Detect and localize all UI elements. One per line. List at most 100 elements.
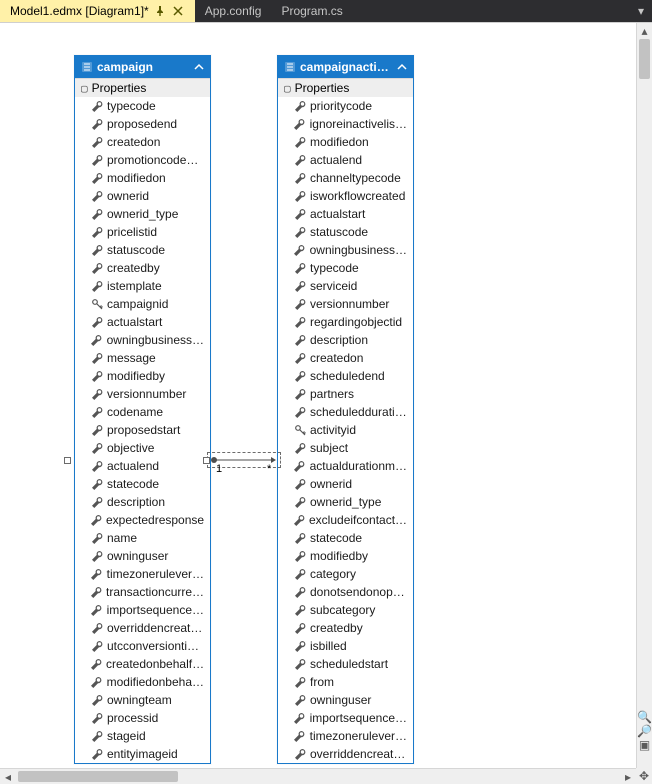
chevron-up-icon[interactable] [397,62,407,72]
property-item[interactable]: timezonerulever… [278,727,413,745]
entity-campaign[interactable]: campaign ▢ Properties typecodeproposeden… [74,55,211,764]
property-item[interactable]: entityimageid [75,745,210,763]
property-item[interactable]: modifiedonbeha… [75,673,210,691]
tab-program-cs[interactable]: Program.cs [271,0,352,22]
property-item[interactable]: owningbusiness… [278,241,413,259]
property-item[interactable]: scheduledstart [278,655,413,673]
property-item[interactable]: modifiedon [278,133,413,151]
scroll-up-icon[interactable]: ▴ [637,23,652,39]
property-item[interactable]: transactioncurre… [75,583,210,601]
scroll-left-icon[interactable]: ◂ [0,769,16,784]
property-item[interactable]: isworkflowcreated [278,187,413,205]
property-item[interactable]: actualdurationm… [278,457,413,475]
property-item[interactable]: description [278,331,413,349]
property-item[interactable]: stageid [75,727,210,745]
tab-overflow-dropdown-icon[interactable]: ▾ [634,4,648,18]
property-item[interactable]: prioritycode [278,97,413,115]
properties-section-header[interactable]: ▢ Properties [278,79,413,97]
collapse-icon[interactable]: ▢ [284,82,291,95]
property-item[interactable]: actualstart [278,205,413,223]
property-item[interactable]: excludeifcontact… [278,511,413,529]
property-item[interactable]: ownerid [75,187,210,205]
property-item[interactable]: createdby [75,259,210,277]
scroll-thumb[interactable] [639,39,650,79]
property-item[interactable]: typecode [75,97,210,115]
property-item[interactable]: pricelistid [75,223,210,241]
property-item[interactable]: scheduledend [278,367,413,385]
tab-model-edmx[interactable]: Model1.edmx [Diagram1]* [0,0,195,22]
property-item[interactable]: statecode [278,529,413,547]
property-item[interactable]: subject [278,439,413,457]
tab-app-config[interactable]: App.config [195,0,272,22]
chevron-up-icon[interactable] [194,62,204,72]
property-item[interactable]: statuscode [278,223,413,241]
property-item[interactable]: createdon [278,349,413,367]
property-item[interactable]: actualend [278,151,413,169]
scroll-right-icon[interactable]: ▸ [620,769,636,784]
diagram-canvas[interactable]: campaign ▢ Properties typecodeproposeden… [0,23,636,768]
property-item[interactable]: campaignid [75,295,210,313]
entity-header[interactable]: campaign [75,56,210,78]
property-item[interactable]: codename [75,403,210,421]
property-item[interactable]: createdby [278,619,413,637]
property-item[interactable]: ownerid_type [278,493,413,511]
horizontal-scrollbar[interactable]: ◂ ▸ [0,768,636,784]
property-item[interactable]: actualend [75,457,210,475]
property-item[interactable]: owninguser [75,547,210,565]
selection-handle[interactable] [203,457,210,464]
property-item[interactable]: modifiedby [278,547,413,565]
property-item[interactable]: proposedend [75,115,210,133]
scroll-thumb[interactable] [18,771,178,782]
property-item[interactable]: overriddencreat… [75,619,210,637]
property-item[interactable]: isbilled [278,637,413,655]
property-item[interactable]: category [278,565,413,583]
vertical-scrollbar[interactable]: ▴ 🔍 🔎 ▣ ▾ [636,23,652,768]
property-item[interactable]: expectedresponse [75,511,210,529]
zoom-fit-icon[interactable]: ▣ [639,738,650,752]
property-item[interactable]: description [75,493,210,511]
property-item[interactable]: serviceid [278,277,413,295]
pin-icon[interactable] [153,4,167,18]
property-item[interactable]: createdon [75,133,210,151]
property-item[interactable]: channeltypecode [278,169,413,187]
property-item[interactable]: importsequence… [278,709,413,727]
pan-icon[interactable]: ✥ [636,768,652,784]
close-icon[interactable] [171,4,185,18]
property-item[interactable]: statecode [75,475,210,493]
entity-campaignactivity[interactable]: campaignacti… ▢ Properties prioritycodei… [277,55,414,764]
property-item[interactable]: proposedstart [75,421,210,439]
property-item[interactable]: name [75,529,210,547]
scroll-track[interactable] [637,39,652,712]
property-item[interactable]: importsequence… [75,601,210,619]
property-item[interactable]: actualstart [75,313,210,331]
property-item[interactable]: versionnumber [278,295,413,313]
property-item[interactable]: objective [75,439,210,457]
property-item[interactable]: statuscode [75,241,210,259]
property-item[interactable]: owninguser [278,691,413,709]
property-item[interactable]: regardingobjectid [278,313,413,331]
property-item[interactable]: scheduleddurati… [278,403,413,421]
property-item[interactable]: partners [278,385,413,403]
property-item[interactable]: ownerid_type [75,205,210,223]
property-item[interactable]: owningteam [75,691,210,709]
property-item[interactable]: donotsendonop… [278,583,413,601]
property-item[interactable]: ignoreinactivelis… [278,115,413,133]
property-item[interactable]: owningbusiness… [75,331,210,349]
property-item[interactable]: utcconversionti… [75,637,210,655]
property-item[interactable]: modifiedby [75,367,210,385]
property-item[interactable]: subcategory [278,601,413,619]
entity-header[interactable]: campaignacti… [278,56,413,78]
property-item[interactable]: processid [75,709,210,727]
zoom-out-icon[interactable]: 🔎 [637,724,652,738]
property-item[interactable]: message [75,349,210,367]
property-item[interactable]: typecode [278,259,413,277]
property-item[interactable]: activityid [278,421,413,439]
property-item[interactable]: ownerid [278,475,413,493]
collapse-icon[interactable]: ▢ [81,82,88,95]
property-item[interactable]: versionnumber [75,385,210,403]
selection-handle[interactable] [64,457,71,464]
property-item[interactable]: from [278,673,413,691]
property-item[interactable]: promotioncode… [75,151,210,169]
zoom-in-icon[interactable]: 🔍 [637,710,652,724]
properties-section-header[interactable]: ▢ Properties [75,79,210,97]
